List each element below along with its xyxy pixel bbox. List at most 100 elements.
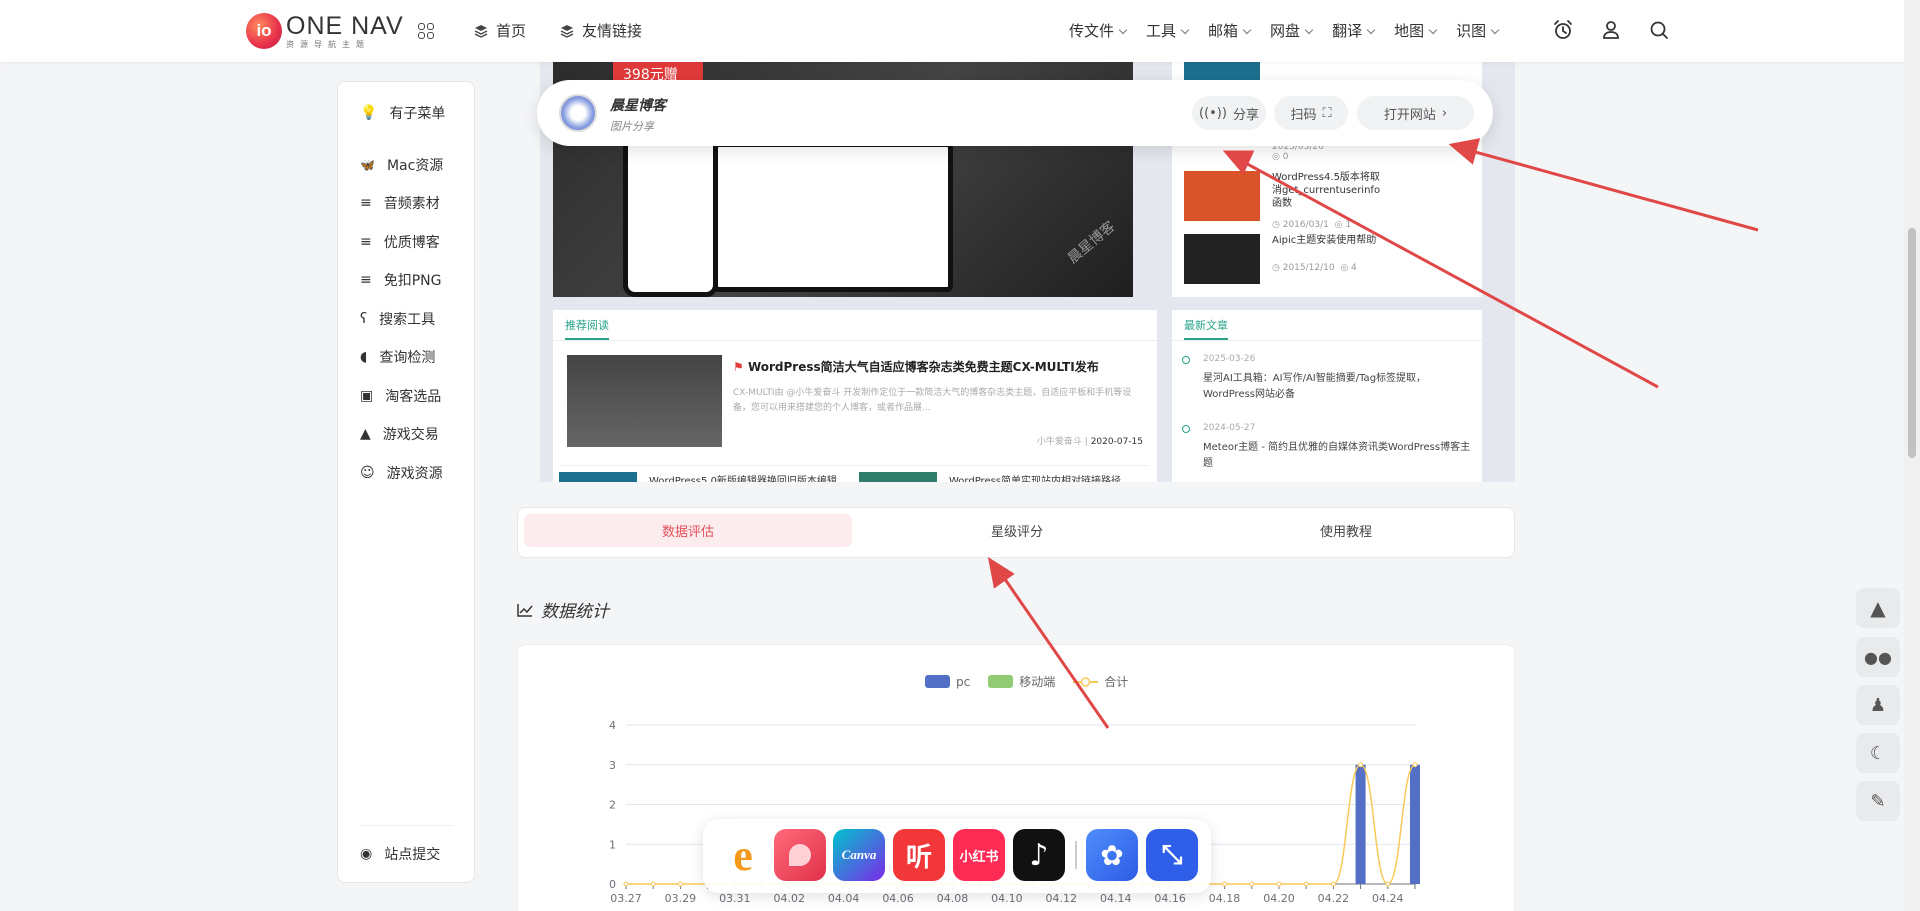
point-total [1303, 881, 1309, 887]
point-total [1412, 762, 1418, 768]
x-tick-label: 04.18 [1209, 892, 1241, 905]
article-title: WordPress简单实现站内相对链接路径 [949, 476, 1122, 482]
tiktok-icon[interactable]: ♪ [1013, 829, 1065, 881]
x-tick-label: 04.22 [1318, 892, 1350, 905]
dark-mode-button[interactable]: ☾ [1856, 733, 1900, 773]
sidebar-item-audio[interactable]: ≡ 音频素材 [360, 193, 440, 213]
sidebar-divider [360, 825, 454, 826]
open-site-button[interactable]: 打开网站 › [1357, 96, 1474, 130]
app-dock: e Canva 听 小红书 ♪ ✿ ⤡ [703, 819, 1211, 893]
sidebar-item-mac[interactable]: 🦋 Mac资源 [360, 155, 443, 175]
nav-upload-files[interactable]: 传文件 [1069, 20, 1126, 41]
legend-item-mobile[interactable]: 移动端 [988, 673, 1055, 690]
sidebar-item-label: 游戏交易 [382, 427, 439, 443]
article-title: ⚑ WordPress简洁大气自适应博客杂志类免费主题CX-MULTI发布 [733, 360, 1099, 374]
nav-tools[interactable]: 工具 [1146, 20, 1188, 41]
flag-icon: ⚑ [733, 360, 744, 374]
x-tick-label: 04.02 [773, 892, 805, 905]
xiaohongshu-icon[interactable]: 小红书 [953, 829, 1005, 881]
canva-icon[interactable]: Canva [833, 829, 885, 881]
sidebar-item-submit-site[interactable]: ◉ 站点提交 [360, 844, 440, 864]
sidebar-item-label: 免扣PNG [383, 273, 442, 289]
sidebar-item-submenu[interactable]: 💡 有子菜单 [360, 103, 445, 123]
sidebar-item-query[interactable]: ◖ 查询检测 [360, 347, 435, 367]
nav-netdisk[interactable]: 网盘 [1270, 20, 1312, 41]
article-thumbnail [567, 355, 722, 447]
legend-item-total[interactable]: 合计 [1073, 673, 1128, 690]
scan-icon: ⛶ [1322, 105, 1332, 121]
qq-icon: ♟ [1869, 694, 1887, 716]
sidebar-item-game-res[interactable]: ☺ 游戏资源 [360, 463, 443, 483]
nav-map[interactable]: 地图 [1394, 20, 1436, 41]
nav-friend-links-label: 友情链接 [582, 22, 643, 40]
pinwheel-app-icon[interactable]: ✿ [1086, 829, 1138, 881]
chart-legend: pc 移动端 合计 [925, 673, 1128, 690]
qq-button[interactable]: ♟ [1856, 685, 1900, 725]
site-title: 晨星博客 [610, 98, 666, 114]
nav-image-search[interactable]: 识图 [1456, 20, 1498, 41]
share-button[interactable]: ((•)) 分享 [1192, 96, 1266, 130]
point-total [1222, 881, 1228, 887]
point-total [1249, 881, 1255, 887]
tab-star-rating[interactable]: 星级评分 [853, 514, 1181, 547]
back-to-top-button[interactable]: ▲ [1856, 588, 1900, 628]
legend-item-pc[interactable]: pc [925, 673, 970, 690]
recommend-tab: 推荐阅读 [565, 319, 609, 340]
y-tick-label: 3 [609, 759, 616, 772]
nav-home[interactable]: 首页 [474, 20, 526, 41]
petal-app-icon[interactable] [774, 829, 826, 881]
sidebar-item-game-trade[interactable]: ▲ 游戏交易 [360, 424, 439, 444]
x-tick-label: 03.29 [665, 892, 697, 905]
broadcast-icon: ((•)) [1199, 105, 1227, 121]
sidebar-item-search-tools[interactable]: ʕ 搜索工具 [360, 309, 435, 329]
nav-translate[interactable]: 翻译 [1332, 20, 1374, 41]
edge-browser-icon[interactable]: e [717, 829, 769, 881]
x-tick-label: 04.06 [882, 892, 914, 905]
user-icon[interactable] [1600, 19, 1622, 41]
apps-grid-icon[interactable] [418, 23, 434, 39]
scan-button[interactable]: 扫码 ⛶ [1274, 96, 1348, 130]
helmet-icon: ◖ [360, 349, 368, 365]
logo-name: ONE NAV [286, 11, 404, 40]
logo-mark: io [246, 13, 282, 49]
tab-tutorial[interactable]: 使用教程 [1182, 514, 1510, 547]
list-item [1184, 62, 1260, 82]
sidebar-item-blogs[interactable]: ≡ 优质博客 [360, 232, 440, 252]
sidebar-item-png[interactable]: ≡ 免扣PNG [360, 270, 442, 290]
y-tick-label: 2 [609, 799, 616, 812]
alarm-clock-icon[interactable] [1552, 19, 1574, 41]
sidebar-item-label: 音频素材 [383, 196, 440, 212]
edit-button[interactable]: ✎ [1856, 781, 1900, 821]
sidebar-item-label: 查询检测 [379, 350, 436, 366]
x-tick-label: 04.08 [937, 892, 969, 905]
x-tick-label: 03.31 [719, 892, 751, 905]
chevron-right-icon: › [1441, 105, 1448, 121]
butterfly-icon: 🦋 [360, 158, 375, 172]
scrollbar-thumb[interactable] [1908, 228, 1916, 458]
article-title: WordPress5.0新版编辑器换回旧版本编辑 [649, 476, 837, 482]
ting-audio-icon[interactable]: 听 [893, 829, 945, 881]
legend-swatch [925, 675, 950, 688]
layers-icon [474, 24, 488, 38]
layers-icon: ≡ [360, 272, 372, 288]
nav-home-label: 首页 [496, 22, 527, 40]
point-total [1330, 881, 1336, 887]
list-item-meta: ◷ 2015/12/10 ◎ 4 [1272, 263, 1357, 273]
nav-friend-links[interactable]: 友情链接 [560, 20, 642, 41]
compress-app-icon[interactable]: ⤡ [1146, 829, 1198, 881]
search-icon[interactable] [1648, 19, 1670, 41]
layers-icon: ≡ [360, 195, 372, 211]
edit-icon: ✎ [1870, 790, 1886, 812]
list-item: Aipic主题安装使用帮助 ◷ 2015/12/10 ◎ 4 [1184, 234, 1382, 284]
sidebar-item-taoke[interactable]: ▣ 淘客选品 [360, 386, 441, 406]
latest-box: 最新文章 2025-03-26 星河AI工具箱：AI写作/AI智能摘要/Tag标… [1172, 310, 1482, 482]
page-scrollbar[interactable] [1904, 0, 1920, 911]
x-tick-label: 04.12 [1046, 892, 1078, 905]
wechat-button[interactable]: ●● [1856, 637, 1900, 677]
tab-data-evaluation[interactable]: 数据评估 [524, 514, 852, 547]
y-tick-label: 1 [609, 838, 616, 851]
nav-email[interactable]: 邮箱 [1208, 20, 1250, 41]
site-logo[interactable]: io ONE NAV 资源导航主题 [246, 13, 404, 49]
site-info-card: 晨星博客 图片分享 ((•)) 分享 扫码 ⛶ 打开网站 › [537, 80, 1493, 146]
sidebar-item-label: 优质博客 [383, 235, 440, 251]
